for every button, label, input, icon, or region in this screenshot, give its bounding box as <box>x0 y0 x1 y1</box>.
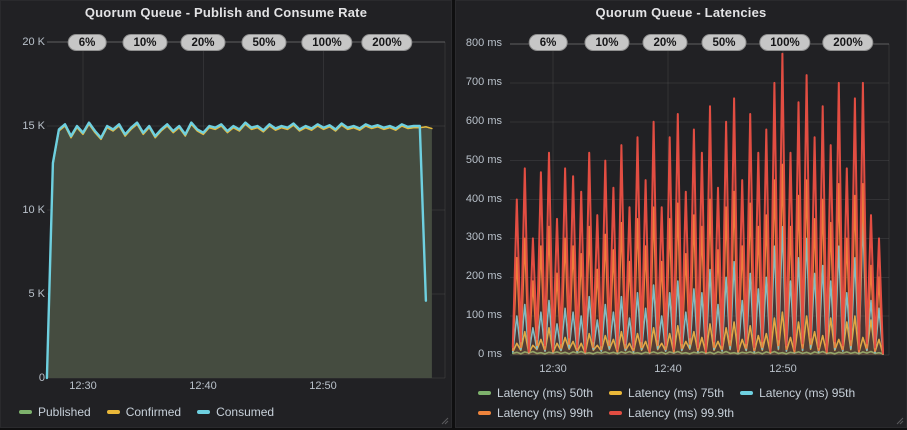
legend-item-consumed[interactable]: Consumed <box>197 405 274 419</box>
y-tick: 20 K <box>1 36 45 49</box>
legend-item-published[interactable]: Published <box>19 405 91 419</box>
x-tick: 12:40 <box>638 363 698 376</box>
x-tick: 12:30 <box>53 380 113 393</box>
annotation-badge-100pct[interactable]: 100% <box>301 34 352 51</box>
annotation-badge-6pct[interactable]: 6% <box>529 34 568 51</box>
annotation-badge-200pct[interactable]: 200% <box>822 34 873 51</box>
y-tick: 100 ms <box>458 309 502 322</box>
legend-swatch-published <box>19 410 32 414</box>
y-tick: 10 K <box>1 204 45 217</box>
legend-label: Latency (ms) 95th <box>759 386 855 400</box>
legend: Published Confirmed Consumed <box>19 405 274 419</box>
legend-item-latency-999th[interactable]: Latency (ms) 99.9th <box>609 406 734 420</box>
legend-swatch-latency-50th <box>478 391 491 395</box>
y-tick: 800 ms <box>458 37 502 50</box>
y-tick: 500 ms <box>458 154 502 167</box>
legend-label: Latency (ms) 50th <box>497 386 593 400</box>
legend-label: Latency (ms) 75th <box>628 386 724 400</box>
legend-swatch-confirmed <box>107 410 120 414</box>
annotation-badge-20pct[interactable]: 20% <box>180 34 225 51</box>
annotation-badge-100pct[interactable]: 100% <box>759 34 810 51</box>
panel-latencies: Quorum Queue - Latencies 800 ms 700 ms 6… <box>455 0 907 428</box>
y-tick: 300 ms <box>458 231 502 244</box>
panel-resize-handle[interactable] <box>440 416 449 425</box>
legend-label: Confirmed <box>126 405 181 419</box>
y-tick: 0 <box>1 372 45 385</box>
annotation-badge-10pct[interactable]: 10% <box>122 34 167 51</box>
legend-row-1: Latency (ms) 50th Latency (ms) 75th Late… <box>478 386 855 400</box>
legend-swatch-latency-95th <box>740 391 753 395</box>
legend-item-confirmed[interactable]: Confirmed <box>107 405 181 419</box>
publish-consume-chart-canvas[interactable] <box>1 1 451 427</box>
legend-label: Consumed <box>216 405 274 419</box>
y-tick: 600 ms <box>458 115 502 128</box>
legend-label: Latency (ms) 99th <box>497 406 593 420</box>
y-tick: 5 K <box>1 288 45 301</box>
legend-label: Published <box>38 405 91 419</box>
x-tick: 12:40 <box>173 380 233 393</box>
y-tick: 0 ms <box>458 348 502 361</box>
y-tick: 400 ms <box>458 193 502 206</box>
legend-swatch-consumed <box>197 410 210 414</box>
legend-item-latency-50th[interactable]: Latency (ms) 50th <box>478 386 593 400</box>
legend-row-2: Latency (ms) 99th Latency (ms) 99.9th <box>478 406 734 420</box>
annotation-badge-50pct[interactable]: 50% <box>241 34 286 51</box>
dashboard: Quorum Queue - Publish and Consume Rate … <box>0 0 907 430</box>
panel-publish-consume-rate: Quorum Queue - Publish and Consume Rate … <box>0 0 452 428</box>
legend-item-latency-99th[interactable]: Latency (ms) 99th <box>478 406 593 420</box>
legend-item-latency-75th[interactable]: Latency (ms) 75th <box>609 386 724 400</box>
panel-resize-handle[interactable] <box>895 416 904 425</box>
annotation-badge-20pct[interactable]: 20% <box>642 34 687 51</box>
y-tick: 700 ms <box>458 76 502 89</box>
annotation-badge-50pct[interactable]: 50% <box>701 34 746 51</box>
x-tick: 12:50 <box>293 380 353 393</box>
annotation-badge-200pct[interactable]: 200% <box>361 34 412 51</box>
x-tick: 12:50 <box>753 363 813 376</box>
legend-swatch-latency-75th <box>609 391 622 395</box>
legend-swatch-latency-99th <box>478 411 491 415</box>
legend-swatch-latency-999th <box>609 411 622 415</box>
y-tick: 15 K <box>1 120 45 133</box>
legend-item-latency-95th[interactable]: Latency (ms) 95th <box>740 386 855 400</box>
legend-label: Latency (ms) 99.9th <box>628 406 734 420</box>
x-tick: 12:30 <box>523 363 583 376</box>
annotation-badge-10pct[interactable]: 10% <box>584 34 629 51</box>
annotation-badge-6pct[interactable]: 6% <box>68 34 107 51</box>
y-tick: 200 ms <box>458 270 502 283</box>
